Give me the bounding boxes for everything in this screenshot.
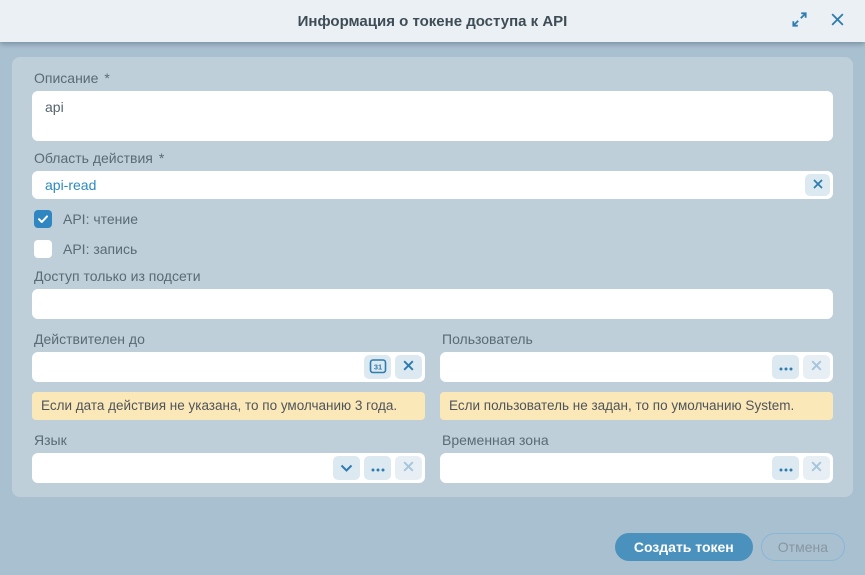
timezone-input-wrap	[440, 453, 833, 483]
description-input[interactable]: api	[32, 91, 833, 141]
language-input[interactable]	[32, 453, 329, 483]
scope-clear-button[interactable]	[805, 174, 830, 196]
language-input-wrap	[32, 453, 425, 483]
checkbox-row-api-write[interactable]: API: запись	[34, 238, 833, 260]
valid-until-hint: Если дата действия не указана, то по умо…	[32, 392, 425, 420]
close-icon	[830, 12, 845, 30]
clear-icon	[810, 359, 823, 375]
api-write-checkbox[interactable]	[34, 240, 52, 258]
timezone-clear-button[interactable]	[803, 456, 830, 480]
subnet-field: Доступ только из подсети	[32, 268, 833, 319]
close-dialog-button[interactable]	[830, 12, 845, 30]
header-actions	[791, 0, 845, 42]
timezone-input[interactable]	[440, 453, 768, 483]
scope-input[interactable]: api-read	[32, 171, 833, 199]
svg-text:31: 31	[373, 362, 381, 371]
clear-icon	[402, 460, 415, 476]
dialog-body: Описание* api Область действия* api-read	[0, 42, 865, 575]
user-lookup-button[interactable]	[772, 355, 799, 379]
clear-icon	[812, 178, 824, 193]
api-token-dialog: Информация о токене доступа к API	[0, 0, 865, 575]
description-label: Описание*	[34, 70, 833, 86]
valid-until-input-wrap: 31	[32, 352, 425, 382]
calendar-icon: 31	[369, 358, 387, 377]
subnet-label: Доступ только из подсети	[34, 268, 833, 284]
subnet-input[interactable]	[32, 289, 830, 319]
checkbox-row-api-read[interactable]: API: чтение	[34, 208, 833, 230]
valid-until-label: Действителен до	[34, 331, 425, 347]
user-field: Пользователь	[440, 331, 833, 382]
date-picker-button[interactable]: 31	[364, 355, 391, 379]
dialog-title: Информация о токене доступа к API	[298, 13, 568, 30]
scope-field: Область действия* api-read	[32, 150, 833, 199]
required-mark: *	[104, 70, 109, 86]
scope-value: api-read	[32, 177, 801, 193]
clear-icon	[810, 460, 823, 476]
description-field: Описание* api	[32, 70, 833, 141]
create-token-button[interactable]: Создать токен	[615, 533, 753, 561]
chevron-down-icon	[340, 461, 353, 476]
user-input-wrap	[440, 352, 833, 382]
valid-until-input[interactable]	[32, 352, 360, 382]
user-hint: Если пользователь не задан, то по умолча…	[440, 392, 833, 420]
subnet-input-wrap	[32, 289, 833, 319]
dialog-header: Информация о токене доступа к API	[0, 0, 865, 42]
dialog-footer: Создать токен Отмена	[0, 511, 865, 575]
valid-until-field: Действителен до 31	[32, 331, 425, 382]
clear-icon	[402, 359, 415, 375]
timezone-label: Временная зона	[442, 432, 833, 448]
valid-until-clear-button[interactable]	[395, 355, 422, 379]
user-label: Пользователь	[442, 331, 833, 347]
language-dropdown-button[interactable]	[333, 456, 360, 480]
api-read-checkbox[interactable]	[34, 210, 52, 228]
language-clear-button[interactable]	[395, 456, 422, 480]
scope-label: Область действия*	[34, 150, 833, 166]
language-label: Язык	[34, 432, 425, 448]
user-clear-button[interactable]	[803, 355, 830, 379]
timezone-lookup-button[interactable]	[772, 456, 799, 480]
expand-icon	[791, 11, 808, 31]
cancel-button[interactable]: Отмена	[761, 533, 845, 561]
language-lookup-button[interactable]	[364, 456, 391, 480]
api-write-label: API: запись	[63, 241, 137, 257]
timezone-field: Временная зона	[440, 432, 833, 483]
user-input[interactable]	[440, 352, 768, 382]
ellipsis-icon	[371, 461, 385, 476]
ellipsis-icon	[779, 360, 793, 375]
api-read-label: API: чтение	[63, 211, 138, 227]
checkmark-icon	[37, 213, 49, 225]
form-panel: Описание* api Область действия* api-read	[12, 57, 853, 497]
required-mark: *	[159, 150, 164, 166]
maximize-button[interactable]	[791, 11, 808, 31]
language-field: Язык	[32, 432, 425, 483]
ellipsis-icon	[779, 461, 793, 476]
